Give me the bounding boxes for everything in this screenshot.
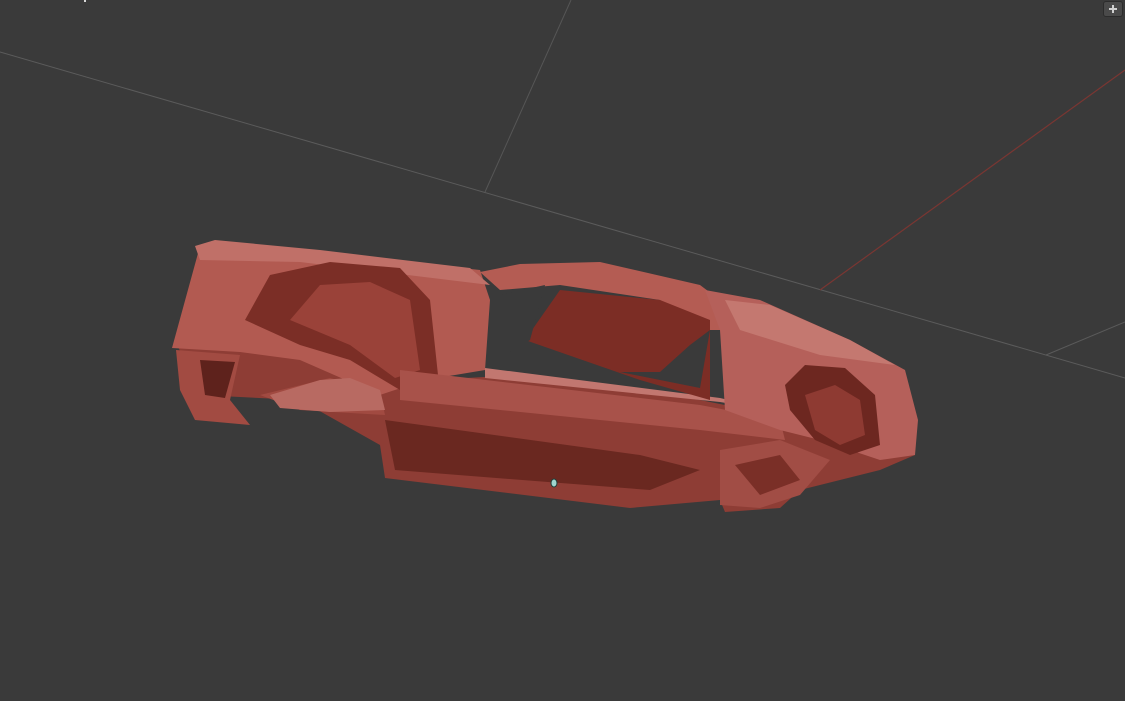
- car-body-model[interactable]: [172, 240, 918, 512]
- grid-line: [484, 0, 572, 193]
- viewport-top-tick: [84, 0, 86, 2]
- cursor-marker-icon[interactable]: [550, 478, 558, 488]
- grid-line: [1045, 321, 1125, 356]
- plus-icon: [1108, 4, 1118, 14]
- viewport-scene[interactable]: [0, 0, 1125, 701]
- 3d-viewport[interactable]: [0, 0, 1125, 701]
- viewport-add-button[interactable]: [1103, 1, 1123, 17]
- x-axis-line: [819, 69, 1125, 291]
